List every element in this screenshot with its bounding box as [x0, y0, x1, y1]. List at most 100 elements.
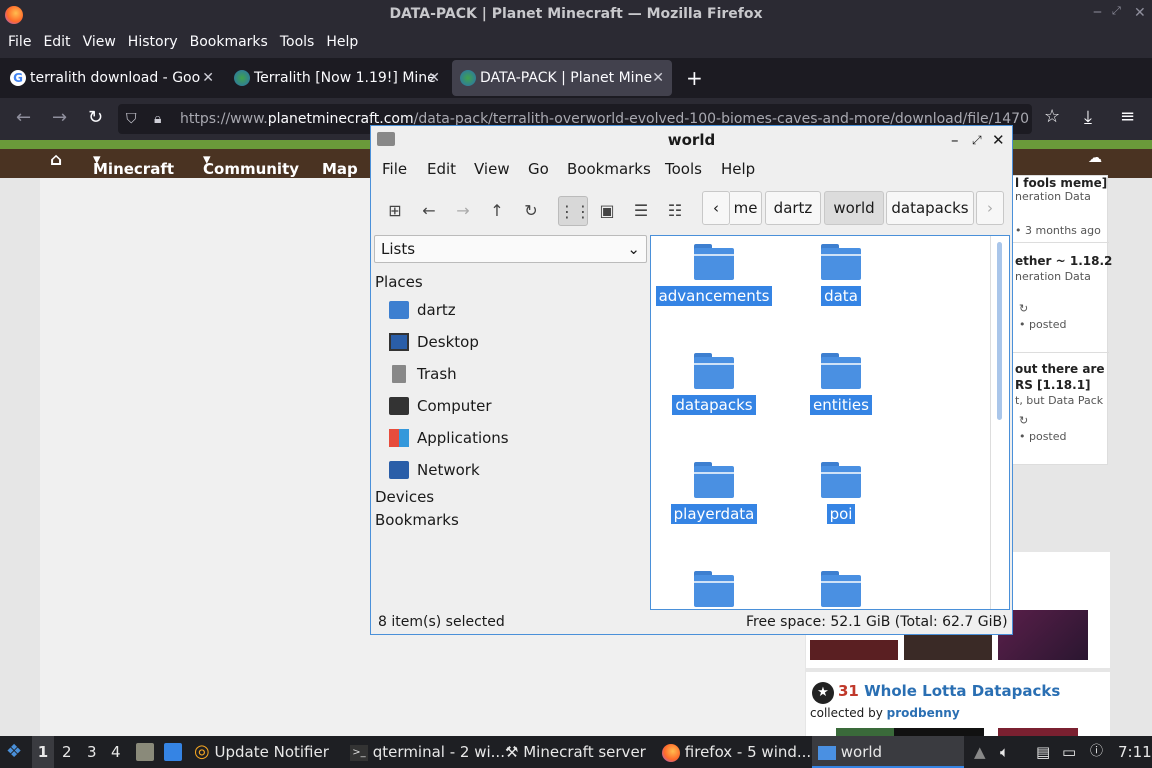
fm-menu-tools[interactable]: Tools	[665, 160, 702, 178]
folder-item[interactable]: datapacks	[649, 353, 779, 415]
place-network[interactable]: Network	[417, 461, 480, 479]
breadcrumb-dartz[interactable]: dartz	[765, 191, 821, 225]
file-cabinet-icon[interactable]	[136, 743, 154, 761]
places-header[interactable]: Places	[375, 273, 423, 291]
show-desktop-icon[interactable]	[164, 743, 182, 761]
tab-data-pack[interactable]: DATA-PACK | Planet Mine ✕	[452, 60, 672, 96]
menu-bookmarks[interactable]: Bookmarks	[190, 34, 268, 50]
maximize-icon[interactable]: ⤢	[972, 126, 982, 154]
tab-terralith[interactable]: Terralith [Now 1.19!] Mine ✕	[226, 60, 448, 96]
folder-item[interactable]: poi	[776, 462, 906, 524]
bookmarks-header[interactable]: Bookmarks	[375, 511, 459, 529]
notification-icon[interactable]: ⓘ	[1090, 736, 1103, 768]
back-icon[interactable]: ←	[16, 107, 31, 128]
home-icon[interactable]: ⌂	[50, 150, 62, 170]
scrollbar[interactable]	[990, 236, 991, 609]
workspace-1[interactable]: 1	[32, 736, 54, 768]
start-menu-icon[interactable]: ❖	[6, 736, 22, 768]
forward-icon[interactable]: →	[52, 107, 67, 128]
fm-menu-edit[interactable]: Edit	[427, 160, 456, 178]
place-applications[interactable]: Applications	[417, 429, 509, 447]
cloud-off-icon[interactable]: ☁	[1088, 150, 1102, 166]
tab-close-icon[interactable]: ✕	[652, 60, 664, 96]
breadcrumb-right-arrow[interactable]: ›	[976, 191, 1004, 225]
back-icon[interactable]: ←	[414, 196, 444, 226]
update-notifier-task[interactable]: ◎ Update Notifier	[194, 736, 329, 768]
side-pane-selector[interactable]: Lists ⌄	[374, 235, 647, 263]
menu-edit[interactable]: Edit	[43, 34, 70, 50]
menu-tools[interactable]: Tools	[280, 34, 315, 50]
minecraft-server-task[interactable]: ⚒ Minecraft server	[505, 736, 646, 768]
scrollbar-thumb[interactable]	[997, 242, 1002, 420]
tab-terralith-download[interactable]: G terralith download - Goo ✕	[2, 60, 222, 96]
folder-item[interactable]	[649, 571, 779, 607]
nav-minecraft[interactable]: Minecraft ▾	[93, 150, 174, 178]
menu-help[interactable]: Help	[326, 34, 358, 50]
maximize-icon[interactable]: ⤢	[1112, 4, 1121, 18]
place-trash[interactable]: Trash	[417, 365, 457, 383]
place-desktop[interactable]: Desktop	[417, 333, 479, 351]
collection-thumbnail[interactable]	[998, 728, 1078, 736]
collection-thumbnail[interactable]	[894, 728, 984, 736]
collection-title[interactable]: Whole Lotta Datapacks	[864, 682, 1060, 700]
clipboard-icon[interactable]: ▤	[1036, 736, 1050, 768]
nav-community[interactable]: Community ▾	[203, 150, 299, 178]
collection-user-link[interactable]: prodbenny	[887, 706, 960, 720]
devices-header[interactable]: Devices	[375, 488, 434, 506]
menu-history[interactable]: History	[128, 34, 178, 50]
breadcrumb-world[interactable]: world	[824, 191, 884, 225]
workspace-4[interactable]: 4	[111, 736, 121, 768]
folder-item[interactable]: playerdata	[649, 462, 779, 524]
qterminal-task[interactable]: >_ qterminal - 2 wi...	[350, 736, 505, 768]
file-icon-view[interactable]: advancements data datapacks entities pla…	[650, 235, 1010, 610]
fm-menu-view[interactable]: View	[474, 160, 510, 178]
folder-icon	[694, 462, 734, 498]
thumbnail-view-icon[interactable]: ▣	[592, 196, 622, 226]
forward-icon[interactable]: →	[448, 196, 478, 226]
place-computer[interactable]: Computer	[417, 397, 492, 415]
folder-item[interactable]: advancements	[649, 244, 779, 306]
folder-item[interactable]: entities	[776, 353, 906, 415]
shield-icon[interactable]: ⛉	[126, 104, 137, 134]
folder-item[interactable]	[776, 571, 906, 607]
world-task[interactable]: world	[812, 736, 964, 768]
place-dartz[interactable]: dartz	[417, 301, 456, 319]
folder-item[interactable]: data	[776, 244, 906, 306]
breadcrumb-home[interactable]: me	[730, 191, 762, 225]
close-icon[interactable]: ✕	[1134, 5, 1146, 21]
tab-close-icon[interactable]: ✕	[202, 60, 214, 96]
download-icon[interactable]: ⤓	[1084, 107, 1092, 128]
eject-icon[interactable]: ▲	[974, 736, 986, 768]
breadcrumb-left-arrow[interactable]: ‹	[702, 191, 730, 225]
menu-view[interactable]: View	[83, 34, 116, 50]
breadcrumb-datapacks[interactable]: datapacks	[886, 191, 974, 225]
reload-icon[interactable]: ↻	[516, 196, 546, 226]
fm-menu-help[interactable]: Help	[721, 160, 755, 178]
clock[interactable]: 7:11	[1118, 736, 1152, 768]
workspace-3[interactable]: 3	[87, 736, 97, 768]
menu-file[interactable]: File	[8, 34, 31, 50]
network-status-icon[interactable]: ▭	[1062, 736, 1076, 768]
firefox-task[interactable]: firefox - 5 wind...	[662, 736, 811, 768]
fm-menu-file[interactable]: File	[382, 160, 407, 178]
hamburger-menu-icon[interactable]: ≡	[1120, 106, 1135, 127]
bookmark-star-icon[interactable]: ☆	[1044, 106, 1060, 127]
workspace-2[interactable]: 2	[62, 736, 72, 768]
volume-icon[interactable]: 🔈︎	[1000, 736, 1009, 768]
tab-close-icon[interactable]: ✕	[428, 60, 440, 96]
compact-view-icon[interactable]: ☰	[626, 196, 656, 226]
minimize-icon[interactable]: –	[951, 126, 959, 154]
close-icon[interactable]: ✕	[992, 126, 1005, 154]
up-icon[interactable]: ↑	[482, 196, 512, 226]
minimize-icon[interactable]: ‒	[1093, 4, 1102, 20]
fm-menu-go[interactable]: Go	[528, 160, 549, 178]
sidebar-background	[1012, 470, 1108, 550]
collection-thumbnail[interactable]	[810, 640, 898, 660]
list-view-icon[interactable]: ☷	[660, 196, 690, 226]
lock-icon[interactable]: 🔒︎	[154, 104, 161, 134]
fm-menu-bookmarks[interactable]: Bookmarks	[567, 160, 651, 178]
new-tab-icon[interactable]: ⊞	[380, 196, 410, 226]
new-tab-icon[interactable]: +	[686, 66, 703, 90]
reload-icon[interactable]: ↻	[88, 107, 103, 128]
icon-view-icon[interactable]: ⋮⋮	[558, 196, 591, 226]
